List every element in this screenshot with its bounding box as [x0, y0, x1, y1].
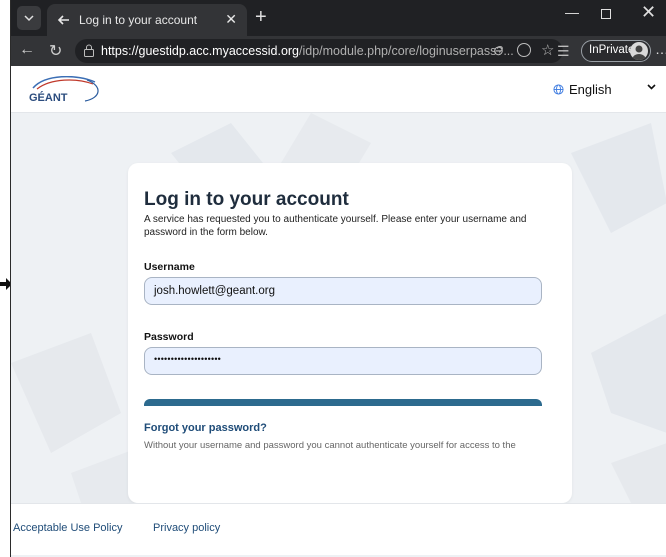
back-icon[interactable]: ←: [19, 41, 35, 59]
desktop-strip: [0, 0, 12, 557]
site-footer: Acceptable Use Policy Privacy policy: [11, 503, 666, 555]
language-label: English: [569, 82, 612, 97]
new-tab-button[interactable]: +: [255, 5, 267, 29]
chevron-down-icon[interactable]: [647, 82, 656, 91]
login-title: Log in to your account: [144, 189, 349, 210]
maximize-icon[interactable]: [601, 9, 611, 19]
site-header: GÉANT English: [11, 66, 666, 113]
tab-actions-button[interactable]: [17, 6, 41, 30]
favorite-star-icon[interactable]: ☆: [541, 41, 554, 59]
inprivate-badge[interactable]: InPrivate: [581, 40, 651, 62]
acceptable-use-link[interactable]: Acceptable Use Policy: [13, 522, 122, 534]
url-field[interactable]: https://guestidp.acc.myaccessid.org/idp/…: [75, 39, 563, 63]
forgot-password-section: Forgot your password? Without your usern…: [128, 406, 572, 460]
inprivate-label: InPrivate: [589, 44, 635, 56]
url-path: /idp/module.php/core/loginuserpass?...: [299, 44, 514, 58]
globe-icon: [553, 84, 564, 95]
password-label: Password: [144, 331, 194, 343]
more-options-icon[interactable]: [517, 43, 531, 57]
tab-bar: Log in to your account ✕ + — ✕: [11, 0, 666, 36]
reload-icon[interactable]: ↻: [49, 41, 62, 61]
username-value: josh.howlett@geant.org: [154, 285, 275, 297]
settings-more-icon[interactable]: …: [655, 41, 666, 57]
page-content: GÉANT English Log in to your account A s…: [11, 66, 666, 557]
url-host: https://guestidp.acc.myaccessid.org: [101, 44, 300, 58]
close-window-icon[interactable]: ✕: [641, 2, 656, 23]
minimize-icon[interactable]: —: [565, 4, 579, 20]
username-label: Username: [144, 261, 195, 273]
tab-title: Log in to your account: [79, 13, 198, 27]
password-field[interactable]: ••••••••••••••••••••: [144, 347, 542, 375]
login-description: A service has requested you to authentic…: [144, 214, 527, 238]
geant-logo[interactable]: GÉANT: [27, 76, 103, 104]
chevron-down-icon: [24, 15, 34, 22]
profile-avatar: [630, 42, 648, 60]
favorites-list-icon[interactable]: ☰: [557, 43, 570, 60]
url-text: https://guestidp.acc.myaccessid.org/idp/…: [101, 44, 514, 58]
forgot-password-link[interactable]: Forgot your password?: [144, 422, 267, 434]
password-value: ••••••••••••••••••••: [154, 354, 222, 364]
username-field[interactable]: josh.howlett@geant.org: [144, 277, 542, 305]
tab-login[interactable]: Log in to your account ✕: [47, 4, 247, 36]
lock-icon[interactable]: [83, 44, 95, 57]
arrow-left-icon: [57, 15, 69, 25]
browser-window: Log in to your account ✕ + — ✕ ← ↻ https…: [10, 0, 666, 557]
close-tab-icon[interactable]: ✕: [225, 11, 237, 27]
language-selector[interactable]: English: [553, 82, 612, 97]
zoom-icon[interactable]: ⊖: [493, 43, 504, 59]
address-bar: ← ↻ https://guestidp.acc.myaccessid.org/…: [11, 36, 666, 66]
person-icon: [632, 45, 646, 60]
forgot-password-description: Without your username and password you c…: [144, 440, 516, 451]
privacy-policy-link[interactable]: Privacy policy: [153, 522, 220, 534]
logo-text: GÉANT: [29, 91, 68, 104]
